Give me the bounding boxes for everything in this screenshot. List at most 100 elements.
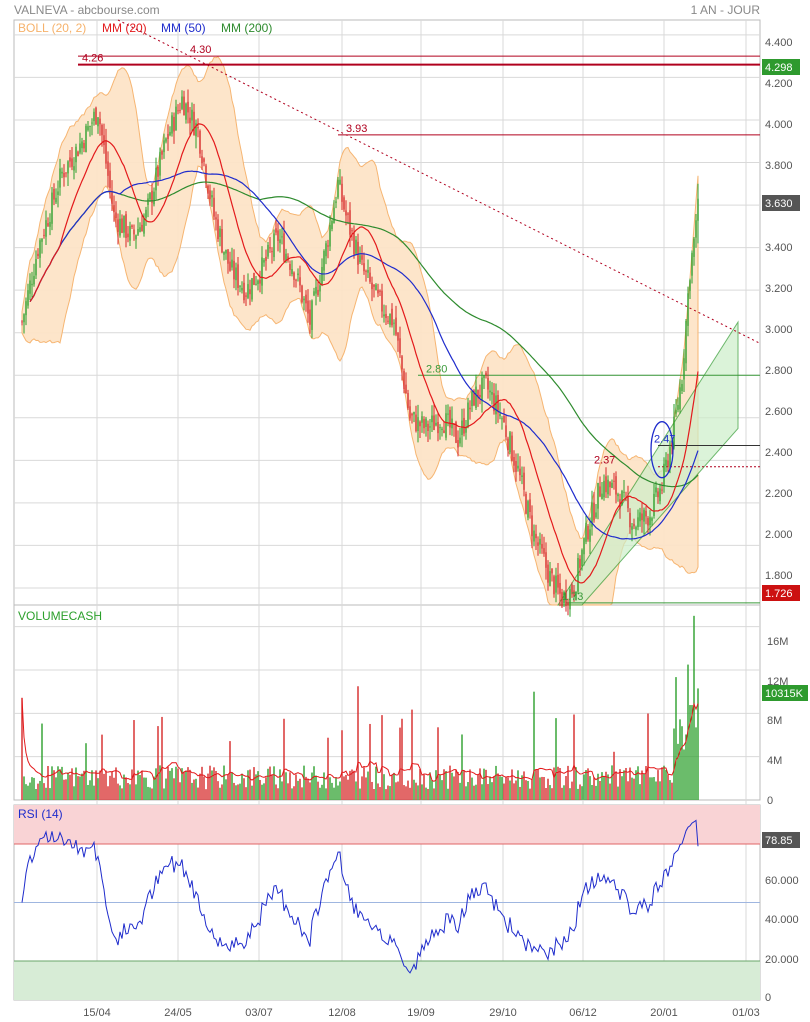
candle-body: [419, 421, 421, 427]
candle-body: [691, 252, 693, 276]
volume-bar: [279, 769, 281, 800]
volume-bar: [485, 769, 487, 800]
candle-body: [203, 158, 205, 162]
candle-body: [325, 243, 327, 257]
candle-body: [107, 161, 109, 176]
candle-body: [163, 140, 165, 153]
volume-bar: [235, 785, 237, 800]
candle-body: [663, 463, 665, 486]
candle-body: [251, 278, 253, 300]
price-badge-4298: 4.298: [762, 59, 800, 75]
candle-body: [595, 512, 597, 518]
candle-body: [299, 277, 301, 286]
volume-bar: [589, 776, 591, 800]
volume-bar: [513, 783, 515, 800]
volume-bar: [611, 765, 613, 800]
volume-bar: [303, 765, 305, 800]
volume-bar: [81, 773, 83, 800]
volume-tick: 4M: [767, 755, 782, 767]
candle-body: [39, 240, 41, 258]
candle-body: [383, 314, 385, 317]
volume-bar: [203, 776, 205, 800]
candle-body: [253, 272, 255, 285]
candle-body: [243, 282, 245, 301]
volume-badge: 10315K: [762, 685, 808, 701]
price-tick: 3.400: [765, 242, 793, 254]
candle-body: [489, 390, 491, 393]
candle-body: [155, 167, 157, 191]
candle-body: [459, 437, 461, 444]
level-annotation: 4.30: [190, 44, 211, 56]
volume-bar: [187, 767, 189, 800]
volume-bar: [483, 768, 485, 800]
candle-body: [341, 183, 343, 202]
candle-body: [507, 438, 509, 451]
candle-body: [603, 480, 605, 498]
volume-bar: [649, 777, 651, 800]
volume-bar: [291, 788, 293, 800]
volume-bar: [591, 785, 593, 800]
volume-bar: [441, 780, 443, 800]
candle-body: [273, 233, 275, 258]
volume-bar: [271, 774, 273, 800]
candle-body: [247, 284, 249, 298]
volume-bar: [619, 769, 621, 800]
candle-body: [199, 130, 201, 154]
volume-bar: [333, 787, 335, 800]
volume-bar: [247, 770, 249, 800]
candle-body: [535, 533, 537, 539]
volume-bar: [603, 775, 605, 800]
volume-bar: [209, 765, 211, 800]
price-tick: 2.400: [765, 447, 793, 459]
volume-bar: [95, 770, 97, 800]
candle-body: [137, 228, 139, 235]
candle-body: [57, 191, 59, 195]
candle-body: [549, 571, 551, 587]
volume-bar: [641, 770, 643, 800]
candle-body: [665, 459, 667, 466]
rsi-tick: 0: [765, 992, 771, 1004]
candle-body: [377, 289, 379, 294]
volume-bar: [103, 773, 105, 800]
volume-bar: [259, 779, 261, 800]
volume-bar: [61, 766, 63, 800]
volume-bar: [463, 770, 465, 800]
volume-bar: [455, 770, 457, 800]
candle-body: [481, 377, 483, 402]
volume-bar: [119, 785, 121, 800]
volume-bar: [241, 773, 243, 800]
candle-body: [111, 192, 113, 204]
volume-bar: [177, 768, 179, 800]
volume-bar: [205, 789, 207, 800]
volume-bar: [75, 767, 77, 800]
volume-bar: [621, 776, 623, 800]
volume-bar: [217, 781, 219, 800]
volume-bar: [675, 677, 677, 800]
volume-bar: [521, 775, 523, 800]
candle-body: [447, 413, 449, 415]
candle-body: [279, 239, 281, 244]
volume-bar: [59, 769, 61, 800]
candle-body: [185, 103, 187, 120]
volume-bar: [393, 772, 395, 800]
volume-bar: [305, 776, 307, 800]
candle-body: [529, 499, 531, 513]
volume-bar: [371, 781, 373, 800]
candle-body: [249, 289, 251, 295]
candle-body: [297, 273, 299, 276]
volume-bar: [67, 772, 69, 800]
volume-bar: [607, 774, 609, 800]
candle-body: [485, 372, 487, 376]
volume-bar: [281, 781, 283, 800]
volume-bar: [125, 777, 127, 800]
volume-bar: [251, 785, 253, 800]
volume-bar: [585, 770, 587, 800]
volume-bar: [147, 786, 149, 800]
candle-body: [217, 219, 219, 240]
volume-bar: [365, 777, 367, 800]
volume-bar: [435, 770, 437, 800]
level-annotation: 3.93: [346, 123, 367, 135]
candle-body: [129, 226, 131, 241]
volume-bar: [195, 778, 197, 800]
volume-bar: [459, 782, 461, 800]
